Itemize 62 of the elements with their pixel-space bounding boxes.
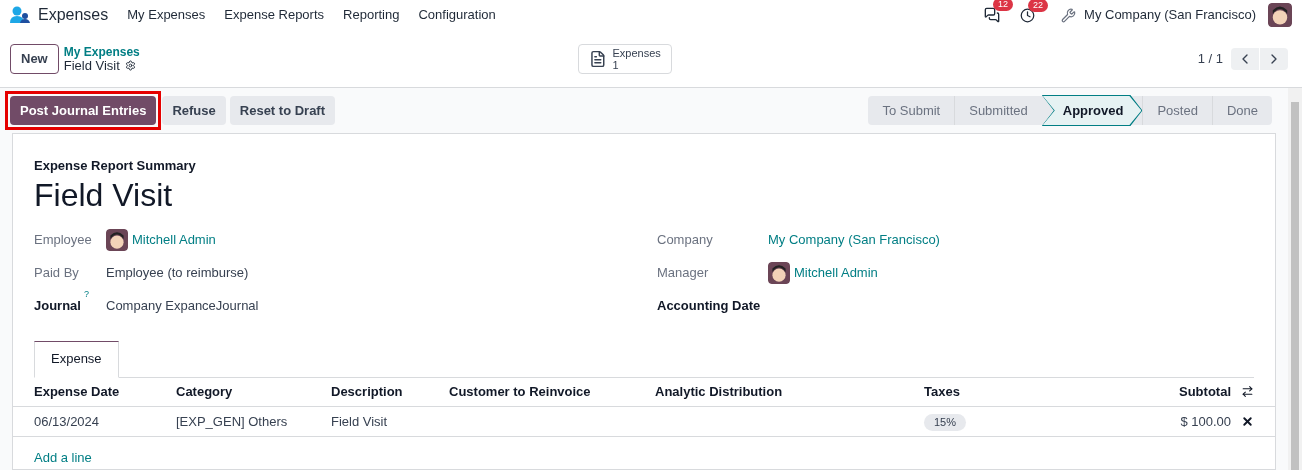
column-header[interactable]: Description (331, 381, 449, 402)
status-stage[interactable]: To Submit (868, 96, 955, 125)
document-icon (588, 49, 607, 68)
avatar-icon (768, 262, 790, 284)
notebook-tab[interactable]: Expense (34, 340, 119, 378)
field-label: Manager (657, 264, 709, 283)
messages-badge: 12 (993, 0, 1014, 11)
avatar-icon (106, 229, 128, 251)
table-cell-text: 06/13/2024 (34, 412, 101, 431)
next-button[interactable] (1260, 47, 1288, 70)
status-stage[interactable]: Posted (1142, 96, 1212, 125)
expenses-smart-button[interactable]: Expenses 1 (577, 43, 672, 74)
user-avatar-icon (1268, 3, 1292, 27)
column-header[interactable]: Analytic Distribution (655, 381, 924, 402)
table-cell-text: [EXP_GEN] Others (176, 412, 289, 431)
app-logo-icon[interactable] (10, 6, 30, 24)
column-settings-icon[interactable] (1241, 385, 1254, 399)
menu-item[interactable]: Reporting (343, 5, 400, 25)
add-line-link[interactable]: Add a line (34, 450, 92, 465)
settings-icon[interactable] (124, 60, 136, 71)
tax-tag: 15% (924, 414, 967, 432)
field-label: Employee (34, 231, 92, 250)
status-stage[interactable]: Done (1211, 96, 1272, 125)
breadcrumb-link[interactable]: My Expenses (63, 44, 140, 59)
app-name[interactable]: Expenses (38, 3, 109, 27)
company-switcher[interactable]: My Company (San Francisco) (1084, 5, 1256, 25)
table-cell-text: Field Visit (331, 412, 389, 431)
new-button[interactable]: New (10, 43, 59, 74)
field-label: Accounting Date (657, 297, 761, 316)
field-value: Company ExpanceJournal (106, 297, 259, 316)
field-label: Paid By (34, 264, 79, 283)
record-name: Field Visit (63, 58, 120, 73)
menu-item[interactable]: My Expenses (127, 5, 206, 25)
action-button[interactable]: Reset to Draft (229, 96, 336, 125)
column-header[interactable]: Category (176, 381, 331, 402)
activities-icon[interactable] (1020, 7, 1036, 23)
status-stage[interactable]: Approved (1041, 95, 1143, 126)
column-header[interactable]: Expense Date (34, 381, 176, 402)
column-header[interactable]: Customer to Reinvoice (449, 381, 655, 402)
sheet-title: Field Visit (34, 175, 174, 214)
user-link[interactable]: Mitchell Admin (132, 230, 216, 250)
field-label: Company (657, 231, 713, 250)
action-button[interactable]: Refuse (162, 96, 226, 125)
sheet-subtitle: Expense Report Summary (34, 157, 197, 175)
user-link[interactable]: Mitchell Admin (794, 263, 878, 283)
scrollbar[interactable] (1288, 88, 1302, 470)
pager-value: 1 / 1 (1197, 49, 1223, 68)
menu-item[interactable]: Expense Reports (224, 5, 325, 25)
delete-icon[interactable] (1241, 414, 1254, 428)
action-button[interactable]: Post Journal Entries (10, 96, 157, 125)
previous-button[interactable] (1231, 47, 1259, 70)
status-stage[interactable]: Submitted (954, 96, 1042, 125)
company-link[interactable]: My Company (San Francisco) (768, 230, 940, 250)
tools-icon[interactable] (1061, 7, 1077, 23)
field-value: Employee (to reimburse) (106, 264, 249, 283)
messages-icon[interactable] (984, 7, 1001, 23)
column-header[interactable]: Taxes (924, 381, 1074, 402)
activities-badge: 22 (1028, 0, 1049, 12)
table-cell-text: $ 100.00 (1179, 412, 1231, 431)
column-header[interactable]: Subtotal (1074, 381, 1231, 402)
field-label: Journal (34, 297, 81, 316)
menu-item[interactable]: Configuration (418, 5, 496, 25)
